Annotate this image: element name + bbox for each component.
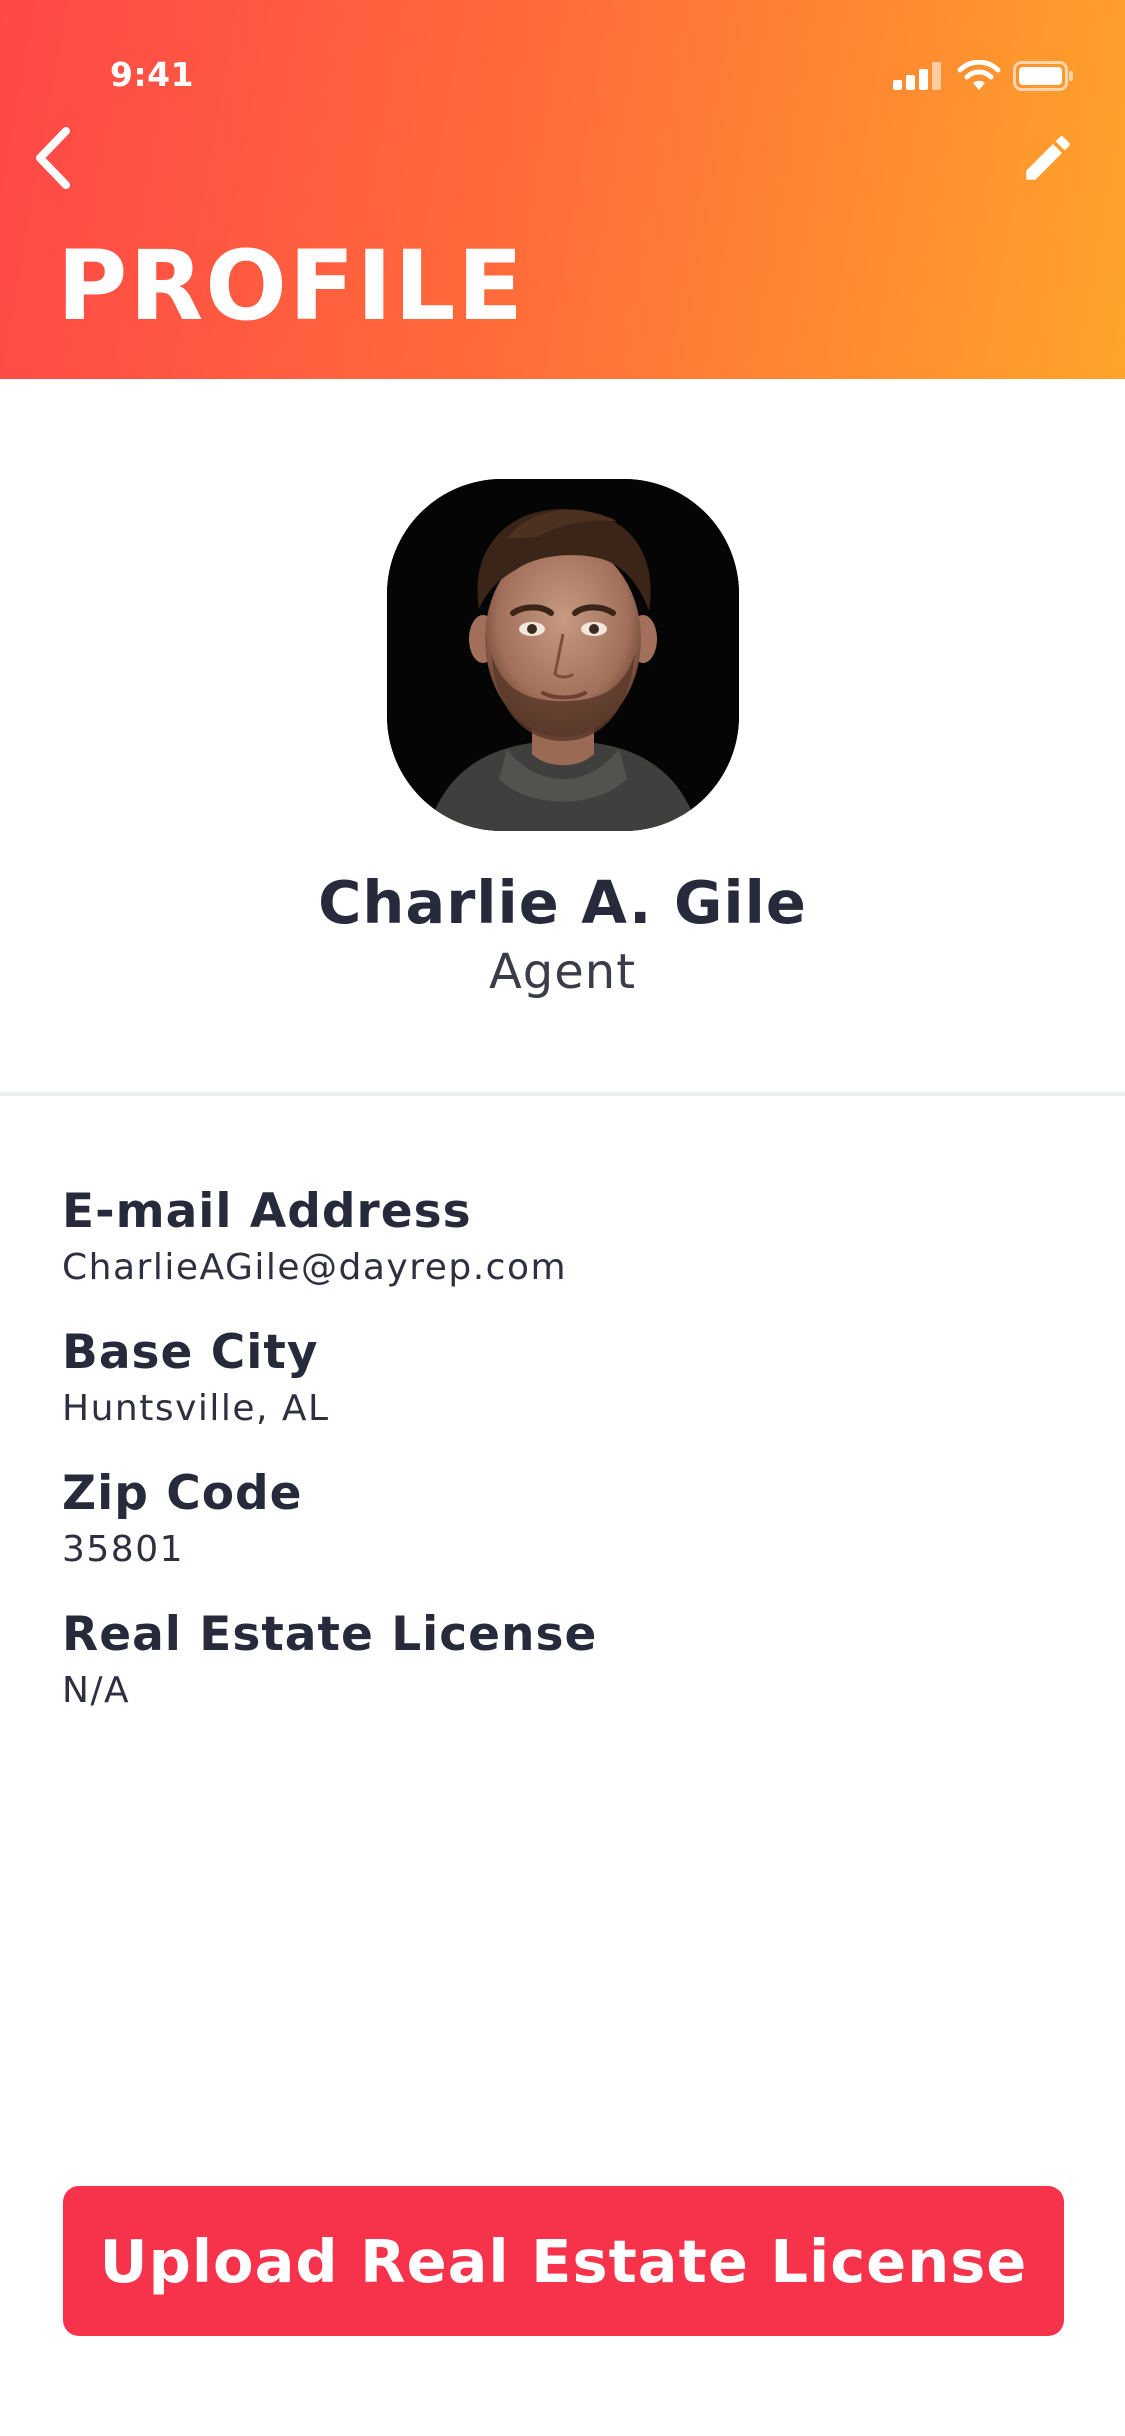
upload-license-button[interactable]: Upload Real Estate License xyxy=(63,2186,1064,2336)
pencil-icon xyxy=(1025,135,1070,180)
chevron-left-icon xyxy=(36,126,70,189)
wifi-icon xyxy=(957,60,1001,90)
field-label: E-mail Address xyxy=(62,1184,472,1239)
header-bar: 9:41 PROFILE xyxy=(0,0,1125,379)
back-button[interactable] xyxy=(18,120,88,195)
status-time: 9:41 xyxy=(110,55,195,94)
avatar xyxy=(387,479,739,831)
field-label: Real Estate License xyxy=(62,1607,598,1662)
divider xyxy=(0,1092,1125,1096)
field-value: N/A xyxy=(62,1670,131,1711)
field-value: 35801 xyxy=(62,1529,185,1570)
email-field: E-mail Address CharlieAGile@dayrep.com xyxy=(62,1182,1062,1323)
cellular-signal-icon xyxy=(893,62,941,90)
real-estate-license-field: Real Estate License N/A xyxy=(62,1605,1062,1746)
base-city-field: Base City Huntsville, AL xyxy=(62,1323,1062,1464)
edit-profile-button[interactable] xyxy=(1010,120,1085,195)
profile-role: Agent xyxy=(488,944,637,1000)
field-value: CharlieAGile@dayrep.com xyxy=(62,1247,568,1288)
status-icons xyxy=(893,60,1075,92)
page-title: PROFILE xyxy=(57,230,525,342)
field-label: Zip Code xyxy=(62,1466,303,1521)
profile-name: Charlie A. Gile xyxy=(318,868,807,937)
field-value: Huntsville, AL xyxy=(62,1388,330,1429)
profile-photo xyxy=(387,479,739,831)
battery-icon xyxy=(1013,61,1073,91)
profile-details: E-mail Address CharlieAGile@dayrep.com B… xyxy=(62,1182,1062,1746)
zip-code-field: Zip Code 35801 xyxy=(62,1464,1062,1605)
field-label: Base City xyxy=(62,1325,319,1380)
